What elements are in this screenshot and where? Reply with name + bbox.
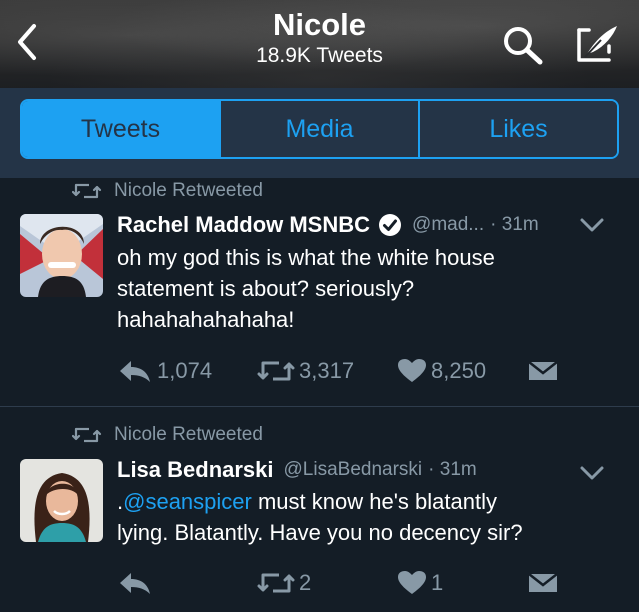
direct-message-button[interactable]	[527, 570, 563, 596]
envelope-icon	[528, 573, 558, 592]
reply-button[interactable]: 1,074	[117, 358, 212, 384]
profile-header: Nicole 18.9K Tweets	[0, 0, 639, 88]
tweet-time: · 31m	[428, 459, 477, 480]
tweet-header: Rachel Maddow MSNBC @mad... · 31m	[117, 212, 623, 238]
reply-icon	[120, 361, 150, 382]
retweeted-by-label: Nicole Retweeted	[114, 180, 263, 201]
tweet-time: · 31m	[490, 214, 539, 235]
compose-icon[interactable]	[573, 22, 621, 66]
tweet-text-line: oh my god this is what the white house	[117, 245, 495, 270]
heart-icon	[398, 571, 426, 594]
retweet-icon	[257, 573, 295, 593]
tweet-text-fragment: must know he's blatantly	[251, 489, 497, 514]
retweet-icon	[257, 361, 295, 381]
author-name[interactable]: Rachel Maddow MSNBC	[117, 212, 370, 238]
retweet-small-icon	[72, 427, 102, 443]
tab-likes[interactable]: Likes	[418, 101, 617, 157]
tweet-item[interactable]: Nicole Retweeted Rachel Maddow MSNBC @ma…	[0, 178, 639, 407]
mention-link[interactable]: @seanspicer	[123, 489, 252, 514]
like-button[interactable]: 8,250	[397, 358, 486, 384]
tweet-text: .@seanspicer must know he's blatantly ly…	[117, 486, 617, 548]
retweet-button[interactable]: 2	[257, 570, 311, 596]
author-handle: @LisaBednarski	[283, 459, 423, 480]
retweeted-by-label: Nicole Retweeted	[114, 424, 263, 445]
tweet-text-line: .@seanspicer must know he's blatantly	[117, 486, 617, 517]
tab-media[interactable]: Media	[219, 101, 418, 157]
tweet-text-line: statement is about? seriously?	[117, 276, 415, 301]
tweet-actions: 2 1	[117, 570, 617, 600]
retweet-count: 3,317	[299, 358, 355, 383]
tweet-text-line: lying. Blatantly. Have you no decency si…	[117, 520, 523, 545]
tweet-item[interactable]: Nicole Retweeted Lisa Bednarski @LisaBed…	[0, 407, 639, 612]
retweet-count: 2	[299, 570, 312, 595]
author-handle: @mad...	[412, 214, 485, 235]
avatar[interactable]	[20, 459, 103, 542]
tweet-header: Lisa Bednarski @LisaBednarski · 31m	[117, 457, 623, 483]
retweet-context: Nicole Retweeted	[72, 424, 263, 446]
reply-button[interactable]	[117, 570, 157, 596]
segmented-tabs: Tweets Media Likes	[20, 99, 619, 159]
retweet-button[interactable]: 3,317	[257, 358, 354, 384]
reply-count: 1,074	[157, 358, 213, 383]
like-button[interactable]: 1	[397, 570, 443, 596]
avatar[interactable]	[20, 214, 103, 297]
author-name[interactable]: Lisa Bednarski	[117, 457, 274, 483]
profile-tab-bar: Tweets Media Likes	[0, 88, 639, 178]
like-count: 1	[431, 570, 444, 595]
tweet-actions: 1,074 3,317 8,250	[117, 358, 617, 388]
tweet-text: oh my god this is what the white house s…	[117, 242, 617, 335]
reply-icon	[120, 573, 150, 594]
retweet-small-icon	[72, 183, 102, 199]
envelope-icon	[528, 361, 558, 380]
tab-tweets[interactable]: Tweets	[22, 101, 219, 157]
retweet-context: Nicole Retweeted	[72, 180, 263, 202]
like-count: 8,250	[431, 358, 487, 383]
heart-icon	[398, 359, 426, 382]
chevron-down-icon[interactable]	[579, 465, 605, 481]
direct-message-button[interactable]	[527, 358, 563, 384]
tweet-text-line: hahahahahahaha!	[117, 307, 295, 332]
chevron-down-icon[interactable]	[579, 217, 605, 233]
search-icon[interactable]	[500, 24, 546, 66]
verified-badge-icon	[379, 214, 402, 236]
